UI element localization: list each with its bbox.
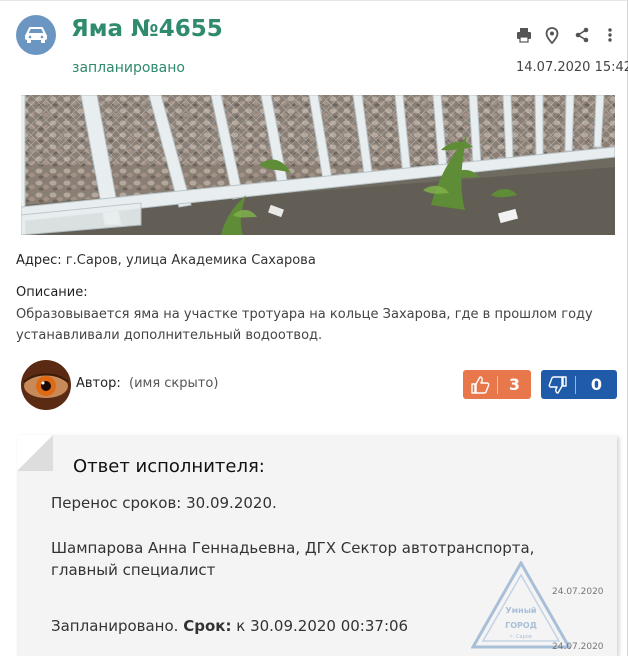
address-label: Адрес:: [16, 253, 62, 268]
dislike-count: 0: [590, 375, 603, 394]
thumbs-up-icon: [463, 375, 497, 394]
status-label: запланировано: [72, 60, 185, 76]
response-deadline-value: к 30.09.2020 00:37:06: [236, 617, 409, 635]
stamp-date-2: 24.07.2020: [552, 642, 604, 652]
author-label: Автор:: [76, 376, 121, 391]
top-border: [0, 0, 628, 1]
card-fold-shadow: [17, 435, 53, 471]
description-label: Описание:: [16, 285, 88, 300]
like-count: 3: [508, 375, 521, 394]
address-row: Адрес: г.Саров, улица Академика Сахарова: [16, 253, 316, 268]
stamp-date-1: 24.07.2020: [552, 587, 604, 597]
address-value: г.Саров, улица Академика Сахарова: [65, 253, 316, 268]
author-avatar: [21, 360, 71, 410]
like-button[interactable]: 3: [463, 370, 531, 399]
thumbs-down-icon: [541, 375, 575, 394]
response-reschedule: Перенос сроков: 30.09.2020.: [51, 494, 277, 512]
category-car-icon: [16, 15, 56, 55]
stamp-text-2: ГОРОД: [505, 621, 537, 630]
stamp-text-1: Умный: [505, 606, 536, 615]
dislike-button[interactable]: 0: [541, 370, 617, 399]
response-status-line: Запланировано. Срок: к 30.09.2020 00:37:…: [51, 615, 471, 637]
response-status: Запланировано.: [51, 617, 179, 635]
response-deadline-label: Срок:: [183, 617, 232, 635]
author-name: (имя скрыто): [129, 376, 219, 391]
smart-city-stamp-logo: Умный ГОРОД г. Саров: [471, 561, 571, 649]
print-icon[interactable]: [515, 26, 533, 44]
issue-photo[interactable]: [21, 95, 615, 235]
map-pin-icon[interactable]: [543, 26, 561, 44]
page-title: Яма №4655: [71, 16, 223, 42]
description-text: Образовывается яма на участке тротуара н…: [16, 307, 593, 343]
more-vertical-icon[interactable]: [601, 26, 619, 44]
stamp-text-3: г. Саров: [510, 634, 532, 640]
executor-response-card: Ответ исполнителя: Перенос сроков: 30.09…: [17, 435, 617, 656]
created-date: 14.07.2020 15:42: [516, 60, 628, 75]
share-icon[interactable]: [573, 26, 591, 44]
response-title: Ответ исполнителя:: [73, 456, 265, 477]
